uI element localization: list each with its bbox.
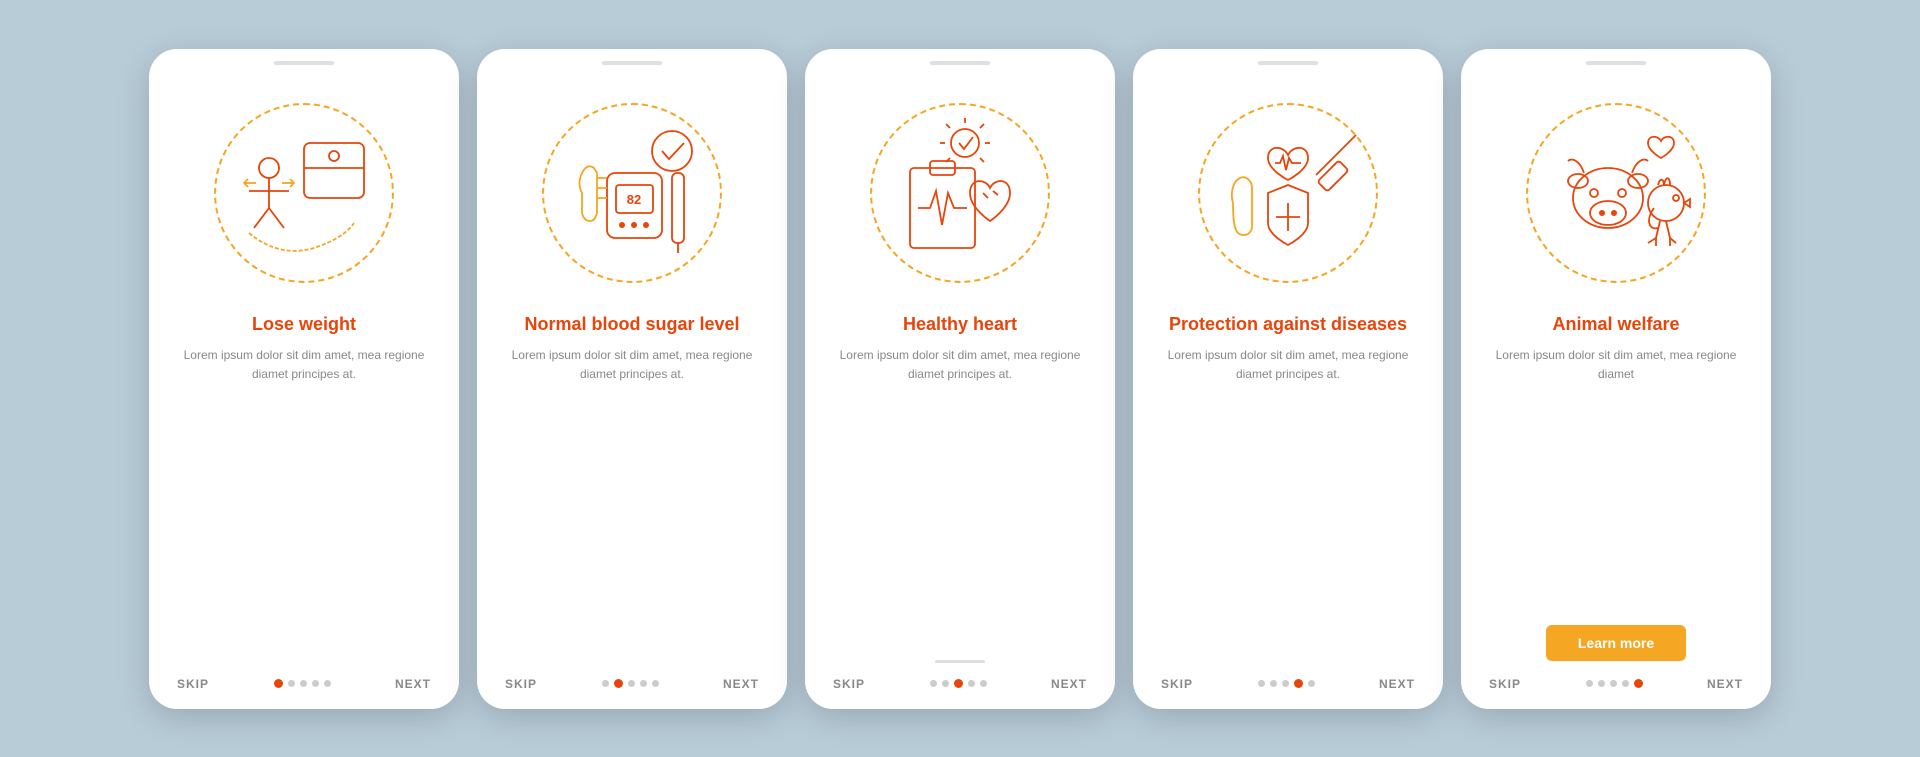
learn-more-button[interactable]: Learn more <box>1546 625 1686 661</box>
icon-area-lose-weight <box>194 83 414 303</box>
dot-3 <box>628 680 635 687</box>
bottom-nav: SKIP NEXT <box>825 677 1095 691</box>
dashed-circle <box>214 103 394 283</box>
skip-button[interactable]: SKIP <box>177 677 209 691</box>
pagination-dots <box>602 679 659 688</box>
dot-2 <box>942 680 949 687</box>
icon-area-protection <box>1178 83 1398 303</box>
screen-title: Lose weight <box>252 313 356 336</box>
pagination-dots <box>274 679 331 688</box>
dot-4 <box>1622 680 1629 687</box>
dot-2 <box>614 679 623 688</box>
screen-body: Lorem ipsum dolor sit dim amet, mea regi… <box>825 346 1095 660</box>
dot-1 <box>602 680 609 687</box>
dot-3 <box>1282 680 1289 687</box>
bottom-nav: SKIP NEXT <box>497 677 767 691</box>
progress-bar <box>935 660 985 663</box>
dashed-circle <box>870 103 1050 283</box>
dot-5 <box>324 680 331 687</box>
dot-2 <box>288 680 295 687</box>
screen-body: Lorem ipsum dolor sit dim amet, mea regi… <box>1481 346 1751 625</box>
screen-body: Lorem ipsum dolor sit dim amet, mea regi… <box>497 346 767 669</box>
dashed-circle <box>1198 103 1378 283</box>
dot-5 <box>980 680 987 687</box>
screen-title: Normal blood sugar level <box>524 313 739 336</box>
icon-area-blood-sugar: 82 <box>522 83 742 303</box>
dot-1 <box>930 680 937 687</box>
skip-button[interactable]: SKIP <box>505 677 537 691</box>
dot-4 <box>640 680 647 687</box>
icon-area-animal-welfare <box>1506 83 1726 303</box>
skip-button[interactable]: SKIP <box>1489 677 1521 691</box>
screen-title: Healthy heart <box>903 313 1017 336</box>
dashed-circle <box>1526 103 1706 283</box>
next-button[interactable]: NEXT <box>395 677 431 691</box>
dot-3 <box>954 679 963 688</box>
dot-5 <box>1634 679 1643 688</box>
bottom-nav: SKIP NEXT <box>1153 677 1423 691</box>
dashed-circle <box>542 103 722 283</box>
screen-title: Animal welfare <box>1552 313 1679 336</box>
next-button[interactable]: NEXT <box>1379 677 1415 691</box>
next-button[interactable]: NEXT <box>723 677 759 691</box>
pagination-dots <box>1258 679 1315 688</box>
screen-lose-weight: Lose weight Lorem ipsum dolor sit dim am… <box>149 49 459 709</box>
screen-healthy-heart: Healthy heart Lorem ipsum dolor sit dim … <box>805 49 1115 709</box>
icon-area-healthy-heart <box>850 83 1070 303</box>
dot-3 <box>300 680 307 687</box>
dot-4 <box>312 680 319 687</box>
bottom-nav: SKIP NEXT <box>1481 677 1751 691</box>
dot-2 <box>1270 680 1277 687</box>
screen-blood-sugar: 82 Normal blood sugar level Lorem ipsum … <box>477 49 787 709</box>
screen-title: Protection against diseases <box>1169 313 1407 336</box>
pagination-dots <box>930 679 987 688</box>
screens-container: Lose weight Lorem ipsum dolor sit dim am… <box>149 49 1771 709</box>
dot-1 <box>1258 680 1265 687</box>
dot-3 <box>1610 680 1617 687</box>
screen-protection: Protection against diseases Lorem ipsum … <box>1133 49 1443 709</box>
skip-button[interactable]: SKIP <box>833 677 865 691</box>
bottom-nav: SKIP NEXT <box>169 677 439 691</box>
skip-button[interactable]: SKIP <box>1161 677 1193 691</box>
dot-4 <box>1294 679 1303 688</box>
next-button[interactable]: NEXT <box>1707 677 1743 691</box>
dot-5 <box>652 680 659 687</box>
screen-body: Lorem ipsum dolor sit dim amet, mea regi… <box>1153 346 1423 669</box>
screen-animal-welfare: Animal welfare Lorem ipsum dolor sit dim… <box>1461 49 1771 709</box>
dot-1 <box>1586 680 1593 687</box>
dot-4 <box>968 680 975 687</box>
pagination-dots <box>1586 679 1643 688</box>
dot-1 <box>274 679 283 688</box>
dot-5 <box>1308 680 1315 687</box>
screen-body: Lorem ipsum dolor sit dim amet, mea regi… <box>169 346 439 669</box>
dot-2 <box>1598 680 1605 687</box>
next-button[interactable]: NEXT <box>1051 677 1087 691</box>
